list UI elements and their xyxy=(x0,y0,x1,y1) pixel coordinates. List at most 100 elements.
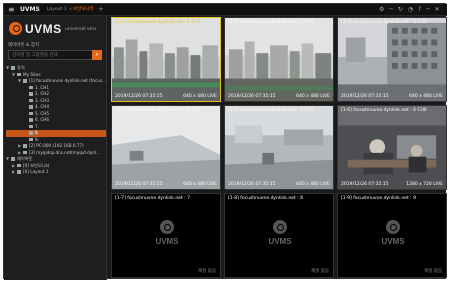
folder-icon xyxy=(17,170,21,174)
logo-circle-icon xyxy=(273,220,287,234)
app-brand: UVMS xyxy=(20,6,40,13)
camera-feed-image xyxy=(338,106,446,189)
tile-timestamp: 2019/12/26 07:35:15 xyxy=(115,94,163,99)
tile-title: [1-1] focushnuvne.dynlink.net : 1 CH1 xyxy=(115,20,201,25)
tile-resolution: 640 x 480 LIVE xyxy=(183,182,217,187)
camera-tile[interactable]: [1-1] focushnuvne.dynlink.net : 1 CH1 201… xyxy=(111,17,221,102)
camera-icon xyxy=(29,131,33,135)
video-grid: [1-1] focushnuvne.dynlink.net : 1 CH1 201… xyxy=(111,17,447,279)
camera-tile[interactable]: [1-6] focushnuvne.dynlink.net : 6 CH6 201… xyxy=(337,105,447,190)
folder-icon xyxy=(23,144,27,148)
empty-tile-logo: UVMS xyxy=(150,220,184,250)
folder-icon xyxy=(23,150,27,155)
tree-item-label: 5. CH5 xyxy=(35,110,50,116)
camera-tile[interactable]: [1-4] focushnuvne.dynlink.net : 4 CH4 201… xyxy=(111,105,221,190)
tile-timestamp: 2019/12/26 07:35:15 xyxy=(341,182,389,187)
hamburger-menu-icon[interactable]: ≡ xyxy=(8,6,15,14)
camera-tile[interactable]: UVMS [1-7] focushnuvne.dynlink.net : 7 재생 … xyxy=(111,193,221,278)
folder-icon xyxy=(17,163,21,168)
camera-tile[interactable]: [1-3] focushnuvne.dynlink.net : 3 CH3 201… xyxy=(337,17,447,102)
camera-icon xyxy=(29,98,33,103)
logo-text: UVMS xyxy=(25,22,62,36)
logo-circle-icon xyxy=(9,22,22,35)
tile-title: [1-2] focushnuvne.dynlink.net : 2 CH2 xyxy=(228,20,314,25)
tile-timestamp: 2019/12/26 07:35:15 xyxy=(228,94,276,99)
camera-feed-image xyxy=(112,106,220,189)
tree-item-label: [1] focushnuvne dynlink.net (focus... xyxy=(29,78,106,83)
tree-item-label: 2. CH2 xyxy=(35,91,50,96)
tile-no-signal: 재생 없음 xyxy=(311,269,329,274)
camera-tile[interactable]: UVMS [1-8] focushnuvne.dynlink.net : 8 재생 … xyxy=(224,193,334,278)
camera-icon xyxy=(29,124,33,129)
tree-item-label: 장치 xyxy=(17,65,25,70)
tile-resolution: 1280 x 720 LIVE xyxy=(406,182,443,187)
uvms-app-window: ≡ UVMS Layout 1 × 보안모니터 + ⚙ ─ ↻ ◔ ? ─ ✕ U… xyxy=(3,3,447,280)
tile-timestamp: 2019/12/26 07:35:15 xyxy=(115,182,163,187)
tree-item-label: 레이아웃 xyxy=(17,156,33,161)
tile-title: [1-7] focushnuvne.dynlink.net : 7 xyxy=(115,196,190,201)
search-input[interactable] xyxy=(9,51,91,59)
tree-item-label: [0] 보안모니터 xyxy=(23,162,50,168)
tile-title: [1-9] focushnuvne.dynlink.net : 9 xyxy=(341,196,416,201)
tree-item-label: 7. xyxy=(35,123,39,129)
tree-item-label: 3. CH3 xyxy=(35,97,50,103)
empty-logo-text: UVMS xyxy=(268,237,292,246)
folder-icon xyxy=(17,72,21,77)
camera-tile[interactable]: UVMS [1-9] focushnuvne.dynlink.net : 9 재생 … xyxy=(337,193,447,278)
tile-title: [1-6] focushnuvne.dynlink.net : 6 CH6 xyxy=(341,108,427,113)
camera-feed-image xyxy=(338,18,446,101)
camera-icon xyxy=(29,137,33,142)
tree-item-label: My Sites xyxy=(23,71,41,77)
tile-title: [1-4] focushnuvne.dynlink.net : 4 CH4 xyxy=(115,108,201,113)
tree-item-label: [2] PC-000 (192.168.0.77) xyxy=(29,143,84,148)
tree-item-label: 9. xyxy=(35,136,39,142)
tile-title: [1-5] focushnuvne.dynlink.net : 5 CH5 xyxy=(228,108,314,113)
tab-security-monitor[interactable]: 보안모니터 xyxy=(70,6,97,14)
logo-subtext: universal vms xyxy=(65,27,97,32)
empty-tile-logo: UVMS xyxy=(263,220,297,250)
folder-icon xyxy=(11,157,15,161)
device-search: ⌕ xyxy=(8,50,102,60)
camera-feed-image xyxy=(225,18,333,101)
folder-icon xyxy=(23,79,27,83)
camera-icon xyxy=(29,118,33,122)
camera-icon xyxy=(29,85,33,90)
tile-title: [1-3] focushnuvne.dynlink.net : 3 CH3 xyxy=(341,20,427,25)
sidebar: UVMS universal vms 레이아웃 & 장치 ⌕ ▼장치▼My Si… xyxy=(4,16,107,280)
window-controls[interactable]: ⚙ ─ ↻ ◔ ? ─ ✕ xyxy=(379,6,441,13)
tab-label: 보안모니터 xyxy=(73,7,94,12)
empty-tile-logo: UVMS xyxy=(376,220,410,250)
camera-tile[interactable]: [1-2] focushnuvne.dynlink.net : 2 CH2 201… xyxy=(224,17,334,102)
camera-icon xyxy=(29,92,33,96)
camera-icon xyxy=(29,111,33,116)
empty-logo-text: UVMS xyxy=(155,237,179,246)
tile-no-signal: 재생 없음 xyxy=(198,269,216,274)
camera-feed-image xyxy=(112,18,220,101)
tile-timestamp: 2019/12/26 07:35:15 xyxy=(228,182,276,187)
search-icon[interactable]: ⌕ xyxy=(92,50,102,60)
tree-item-label: [3] myipdsp.dns.net(myipd.dynl... xyxy=(29,149,101,155)
tile-resolution: 640 x 480 LIVE xyxy=(183,94,217,99)
tile-title: [1-8] focushnuvne.dynlink.net : 8 xyxy=(228,196,303,201)
logo-circle-icon xyxy=(160,220,174,234)
top-bar: ≡ UVMS Layout 1 × 보안모니터 + ⚙ ─ ↻ ◔ ? ─ ✕ xyxy=(4,4,447,16)
tree-item[interactable]: ▶ [0] Layout 1 xyxy=(6,169,106,176)
tile-resolution: 640 x 480 LIVE xyxy=(296,182,330,187)
tree-item-label: 4. CH4 xyxy=(35,104,50,109)
tree-item-label: 1. CH1 xyxy=(35,84,50,90)
add-tab-button[interactable]: + xyxy=(98,5,104,13)
tab-label: Layout 1 xyxy=(47,7,67,12)
tree-item-label: 8. xyxy=(35,130,39,135)
tile-resolution: 640 x 480 LIVE xyxy=(296,94,330,99)
empty-logo-text: UVMS xyxy=(381,237,405,246)
tree-item-label: 6. CH6 xyxy=(35,117,50,122)
camera-tile[interactable]: [1-5] focushnuvne.dynlink.net : 5 CH5 201… xyxy=(224,105,334,190)
camera-icon xyxy=(29,105,33,109)
tile-resolution: 640 x 480 LIVE xyxy=(409,94,443,99)
tile-no-signal: 재생 없음 xyxy=(424,269,442,274)
logo-circle-icon xyxy=(386,220,400,234)
tile-timestamp: 2019/12/26 07:35:15 xyxy=(341,94,389,99)
camera-feed-image xyxy=(225,106,333,189)
device-tree: ▼ 장치 ▼ My Sites ▼ [1] focushnuvne dynlink.net… xyxy=(6,65,106,176)
folder-icon xyxy=(11,66,15,70)
